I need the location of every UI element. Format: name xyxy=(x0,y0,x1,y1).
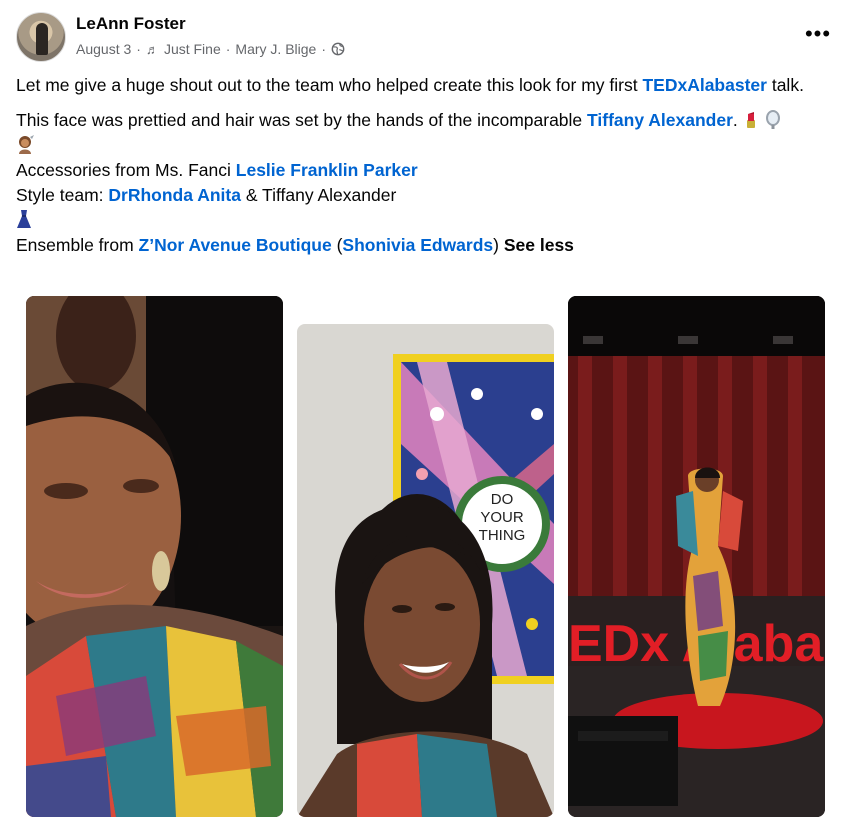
more-options-icon: ••• xyxy=(804,21,832,46)
lipstick-emoji xyxy=(746,112,755,128)
see-less-button[interactable]: See less xyxy=(504,235,574,255)
mention-shonivia-edwards[interactable]: Shonivia Edwards xyxy=(342,235,493,255)
post-photo-1[interactable] xyxy=(26,296,283,817)
mention-leslie-franklin-parker[interactable]: Leslie Franklin Parker xyxy=(236,160,418,180)
post-paragraph-2: This face was prettied and hair was set … xyxy=(16,108,836,133)
text-span: ) xyxy=(493,235,504,255)
post-paragraph-5: Ensemble from Z’Nor Avenue Boutique (Sho… xyxy=(16,233,836,258)
mention-znor-avenue-boutique[interactable]: Z’Nor Avenue Boutique xyxy=(139,235,332,255)
text-span: & Tiffany Alexander xyxy=(240,185,397,205)
sign-line-3: THING xyxy=(479,527,526,544)
author-name[interactable]: LeAnn Foster xyxy=(76,14,186,34)
text-span: Style team: xyxy=(16,185,109,205)
music-note-icon: ♬ xyxy=(145,41,159,57)
meta-separator: · xyxy=(225,41,231,57)
post-paragraph-2b xyxy=(16,133,836,158)
song-title[interactable]: Just Fine xyxy=(164,41,221,57)
text-span: Accessories from Ms. Fanci xyxy=(16,160,236,180)
post-paragraph-1: Let me give a huge shout out to the team… xyxy=(16,73,836,98)
text-span: Ensemble from xyxy=(16,235,139,255)
sign-line-2: YOUR xyxy=(480,509,524,526)
post-meta: August 3 · ♬ Just Fine · Mary J. Blige · xyxy=(76,41,345,57)
hairdresser-emoji xyxy=(19,135,34,154)
text-span: Let me give a huge shout out to the team… xyxy=(16,75,643,95)
post-photo-3[interactable]: EDx Alaba xyxy=(568,296,825,817)
post-body: Let me give a huge shout out to the team… xyxy=(16,73,836,258)
dress-emoji xyxy=(17,210,31,228)
tedx-stage-image: EDx Alaba xyxy=(568,296,825,817)
post-photo-2[interactable]: DO YOUR THING xyxy=(297,324,554,817)
sign-line-1: DO xyxy=(491,491,514,508)
song-artist[interactable]: Mary J. Blige xyxy=(235,41,316,57)
post-paragraph-3: Accessories from Ms. Fanci Leslie Frankl… xyxy=(16,158,836,183)
text-span: This face was prettied and hair was set … xyxy=(16,110,588,130)
text-span: . xyxy=(732,110,738,130)
selfie-closeup-image xyxy=(26,296,283,817)
mention-tedxalabaster[interactable]: TEDxAlabaster xyxy=(642,75,767,95)
meta-separator: · xyxy=(321,41,327,57)
more-options-button[interactable]: ••• xyxy=(800,20,836,56)
mention-drrhonda-anita[interactable]: DrRhonda Anita xyxy=(108,185,241,205)
globe-icon[interactable] xyxy=(331,42,345,56)
text-span: ( xyxy=(331,235,343,255)
text-span: talk. xyxy=(766,75,804,95)
selfie-painting-image: DO YOUR THING xyxy=(297,324,554,817)
mention-tiffany-alexander[interactable]: Tiffany Alexander xyxy=(587,110,733,130)
meta-separator: · xyxy=(136,41,141,57)
post-paragraph-4b xyxy=(16,208,836,233)
post-header: LeAnn Foster August 3 · ♬ Just Fine · Ma… xyxy=(16,12,836,64)
author-avatar[interactable] xyxy=(16,12,66,62)
mirror-emoji xyxy=(765,110,780,129)
post-paragraph-4: Style team: DrRhonda Anita & Tiffany Ale… xyxy=(16,183,836,208)
post-date[interactable]: August 3 xyxy=(76,41,131,57)
